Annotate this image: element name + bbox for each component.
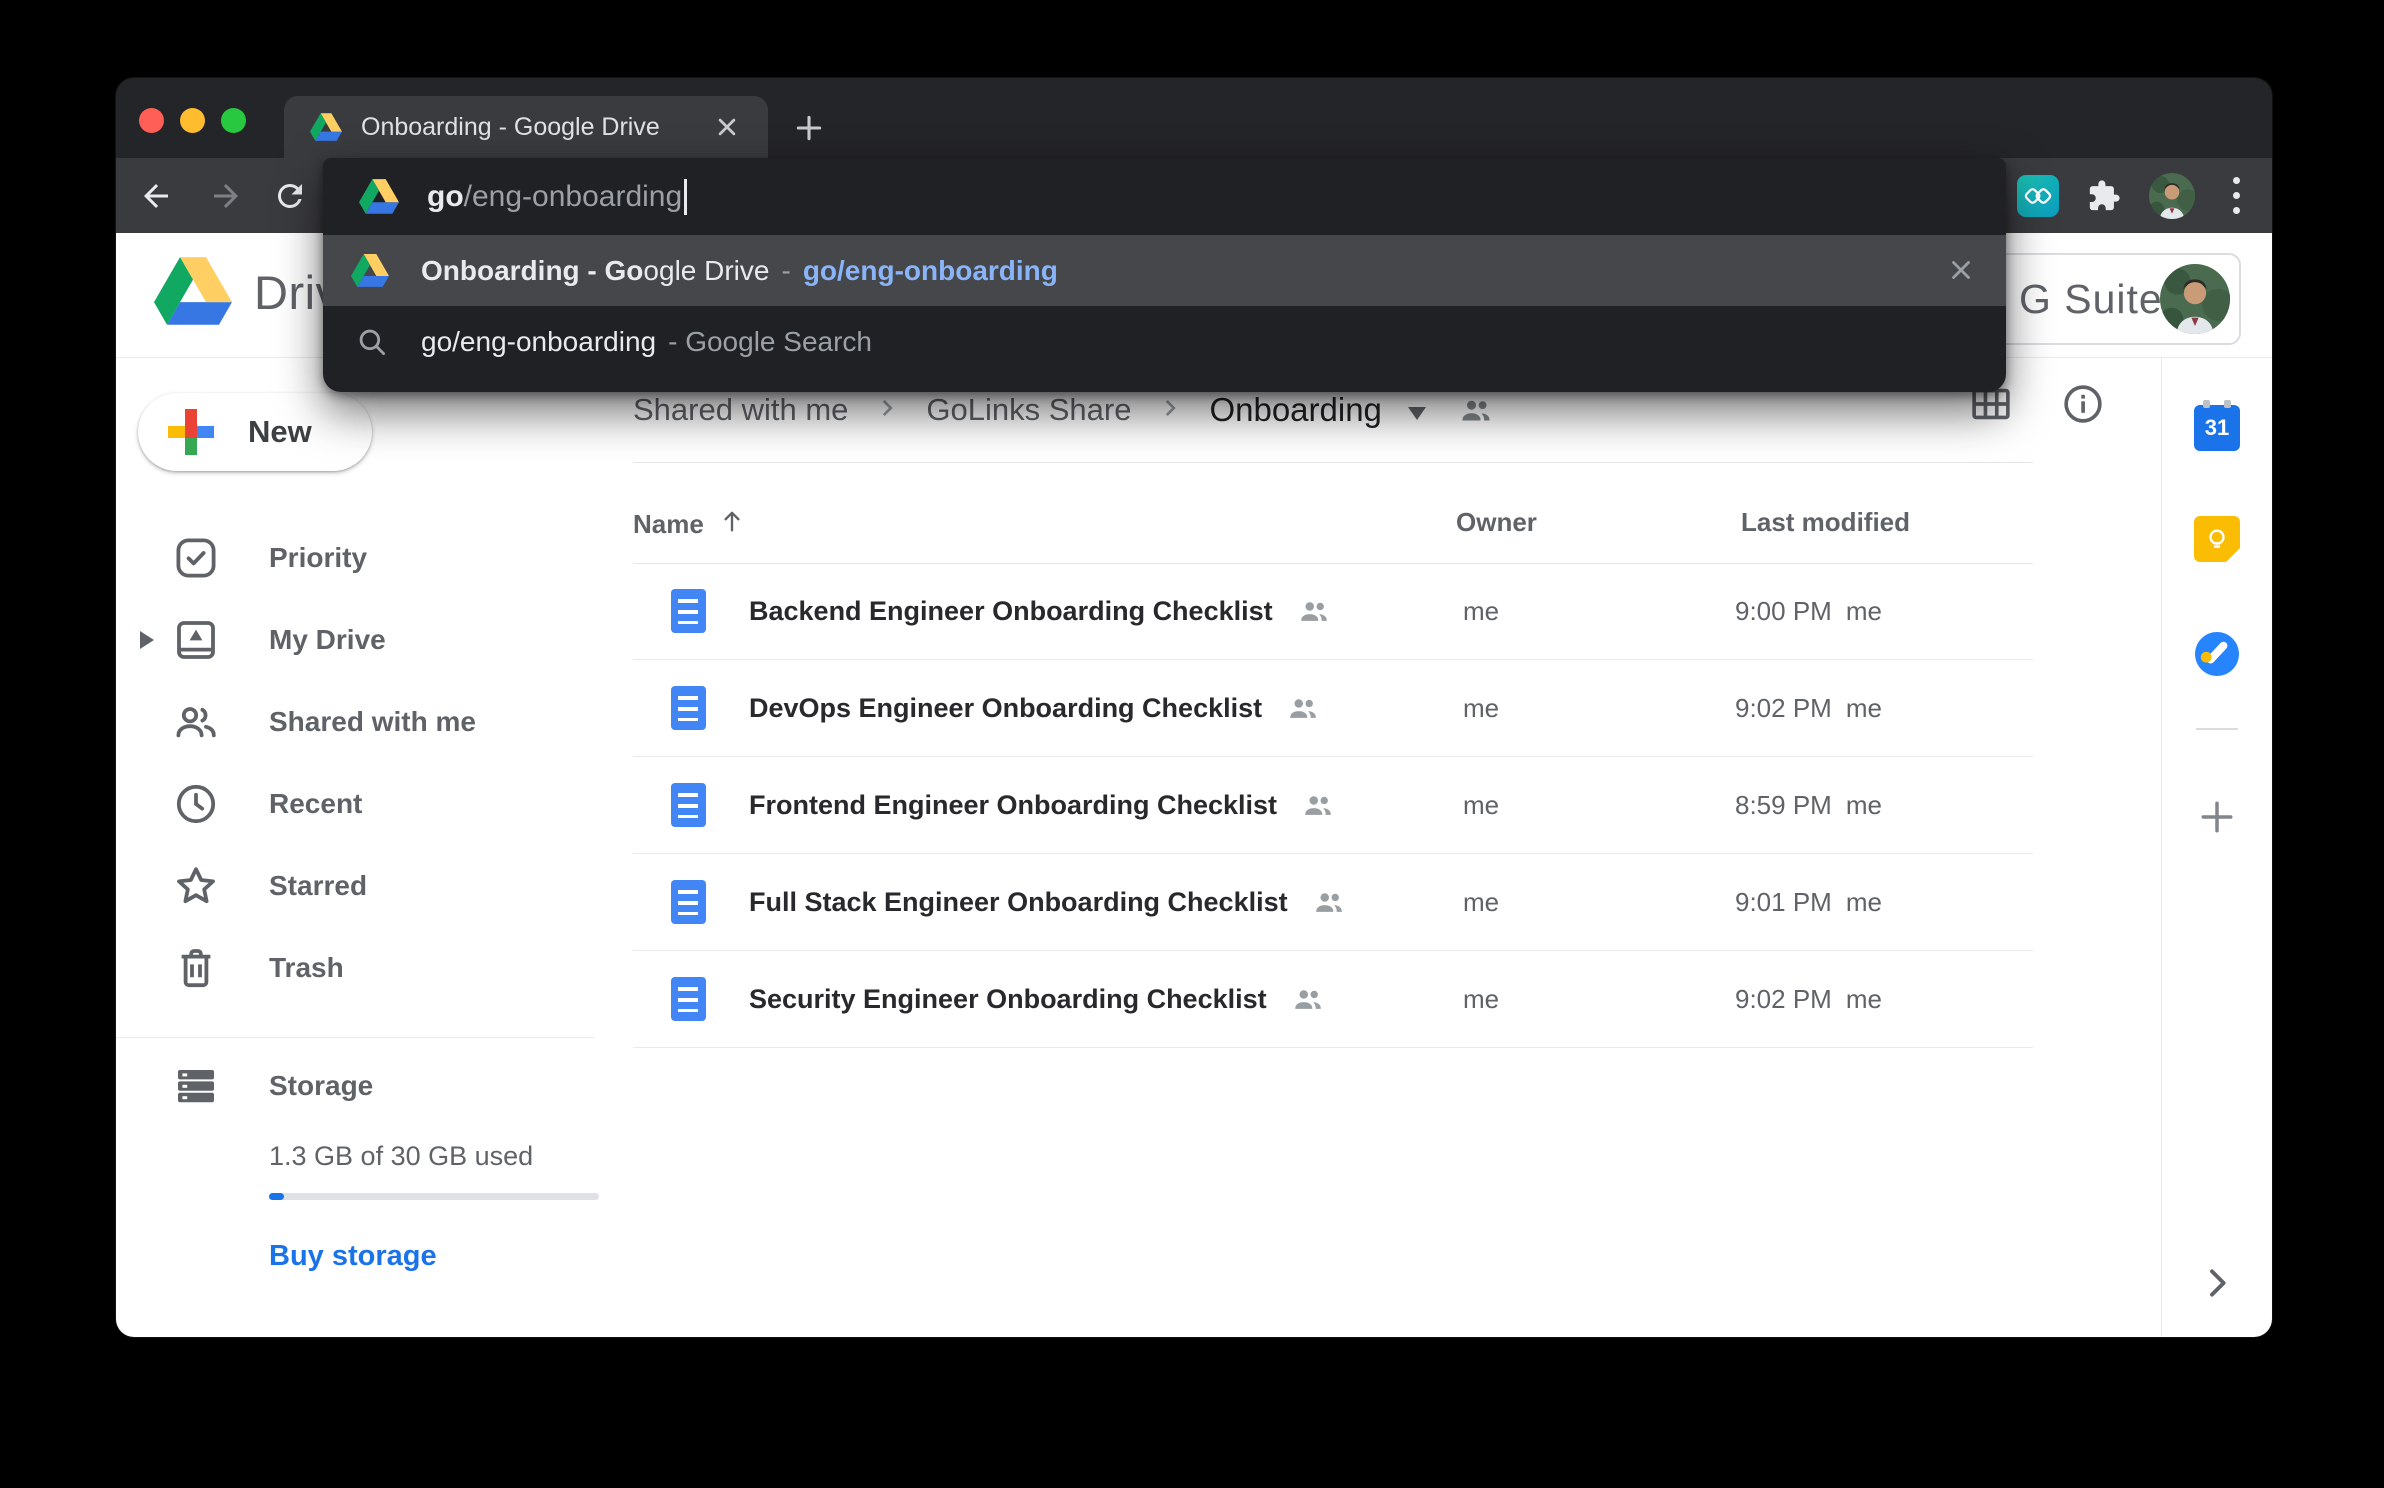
- buy-storage-link[interactable]: Buy storage: [269, 1240, 437, 1273]
- folder-dropdown-caret-icon[interactable]: [1408, 407, 1426, 420]
- search-icon: [355, 325, 389, 359]
- close-window-button[interactable]: [139, 108, 164, 133]
- info-icon[interactable]: [2060, 381, 2106, 427]
- file-row[interactable]: DevOps Engineer Onboarding Checklist me …: [633, 660, 2033, 757]
- breadcrumb-shared-with-me[interactable]: Shared with me: [633, 392, 848, 428]
- side-panel: 31: [2161, 358, 2272, 1337]
- add-addon-icon[interactable]: [2195, 795, 2239, 839]
- file-list-header: Name Owner Last modified: [116, 491, 2272, 563]
- multicolor-plus-icon: [168, 409, 214, 455]
- sidebar-item-shared-with-me[interactable]: Shared with me: [116, 690, 596, 754]
- storage-progress-bar: [269, 1193, 599, 1200]
- google-docs-icon: [671, 686, 706, 730]
- sort-ascending-icon[interactable]: [718, 507, 746, 542]
- file-row[interactable]: Full Stack Engineer Onboarding Checklist…: [633, 854, 2033, 951]
- sidebar-divider: [116, 1037, 594, 1038]
- browser-window: Onboarding - Google Drive: [116, 78, 2272, 1337]
- omnibox-input[interactable]: go/eng-onboarding: [427, 179, 687, 215]
- shared-people-icon: [1312, 885, 1346, 919]
- tab-title: Onboarding - Google Drive: [361, 113, 700, 142]
- forward-button-icon[interactable]: [208, 178, 244, 214]
- storage-icon: [172, 1062, 220, 1110]
- file-row[interactable]: Security Engineer Onboarding Checklist m…: [633, 951, 2033, 1048]
- gsuite-label: G Suite: [2019, 276, 2163, 323]
- browser-tab[interactable]: Onboarding - Google Drive: [284, 96, 768, 158]
- google-docs-icon: [671, 783, 706, 827]
- breadcrumb-onboarding[interactable]: Onboarding: [1209, 391, 1381, 429]
- shared-people-icon: [172, 698, 220, 746]
- chevron-right-icon: [1157, 395, 1183, 426]
- google-tasks-icon[interactable]: [2193, 630, 2241, 678]
- text-cursor: [684, 179, 687, 215]
- shared-people-icon: [1286, 691, 1320, 725]
- chevron-right-icon: [874, 395, 900, 426]
- extensions-puzzle-icon[interactable]: [2087, 179, 2121, 213]
- column-header-last-modified[interactable]: Last modified: [1741, 507, 1910, 538]
- drive-favicon-icon: [351, 253, 389, 289]
- trash-icon: [172, 944, 220, 992]
- tab-bar: Onboarding - Google Drive: [116, 78, 2272, 158]
- browser-profile-avatar[interactable]: [2149, 173, 2195, 219]
- google-docs-icon: [671, 880, 706, 924]
- drive-favicon-icon: [310, 113, 342, 142]
- star-icon: [172, 862, 220, 910]
- sidebar-item-starred[interactable]: Starred: [116, 854, 596, 918]
- window-controls: [139, 108, 246, 133]
- side-panel-divider: [2196, 728, 2238, 730]
- drive-account-avatar[interactable]: [2160, 264, 2230, 334]
- clock-icon: [172, 780, 220, 828]
- google-calendar-icon[interactable]: 31: [2194, 405, 2240, 451]
- browser-menu-icon[interactable]: [2223, 177, 2250, 214]
- sidebar-item-trash[interactable]: Trash: [116, 936, 596, 1000]
- reload-button-icon[interactable]: [272, 178, 308, 214]
- breadcrumb-golinks-share[interactable]: GoLinks Share: [926, 392, 1131, 428]
- sidebar-item-my-drive[interactable]: My Drive: [116, 608, 596, 672]
- shared-people-icon: [1291, 982, 1325, 1016]
- suggestion-drive-row[interactable]: Onboarding - Google Drive-go/eng-onboard…: [323, 235, 2006, 306]
- suggestion-search-row[interactable]: go/eng-onboarding- Google Search: [323, 306, 2006, 378]
- breadcrumb-divider: [633, 462, 2033, 463]
- google-keep-icon[interactable]: [2194, 516, 2240, 562]
- storage-progress-fill: [269, 1193, 284, 1200]
- sidebar-item-storage[interactable]: Storage: [116, 1054, 596, 1118]
- file-row[interactable]: Backend Engineer Onboarding Checklist me…: [633, 563, 2033, 660]
- folder-shared-icon: [1458, 392, 1494, 428]
- google-docs-icon: [671, 977, 706, 1021]
- column-header-name[interactable]: Name: [633, 507, 746, 542]
- new-tab-button[interactable]: [792, 111, 826, 145]
- golinks-extension-icon[interactable]: [2017, 175, 2059, 217]
- google-docs-icon: [671, 589, 706, 633]
- my-drive-icon: [172, 616, 220, 664]
- minimize-window-button[interactable]: [180, 108, 205, 133]
- collapse-panel-chevron-icon[interactable]: [2197, 1263, 2237, 1303]
- drive-page: Drive G Suite New Priority: [116, 233, 2272, 1337]
- expand-caret-icon[interactable]: [140, 631, 154, 649]
- omnibox[interactable]: go/eng-onboarding: [323, 158, 2006, 235]
- shared-people-icon: [1301, 788, 1335, 822]
- drive-favicon-icon: [359, 179, 399, 215]
- remove-suggestion-icon[interactable]: [1946, 255, 1976, 285]
- file-row[interactable]: Frontend Engineer Onboarding Checklist m…: [633, 757, 2033, 854]
- tab-close-icon[interactable]: [712, 112, 742, 142]
- sidebar-item-recent[interactable]: Recent: [116, 772, 596, 836]
- new-button[interactable]: New: [138, 393, 372, 471]
- back-button-icon[interactable]: [138, 178, 174, 214]
- column-header-owner[interactable]: Owner: [1456, 507, 1537, 538]
- shared-people-icon: [1297, 594, 1331, 628]
- gsuite-badge: G Suite: [1993, 253, 2241, 345]
- storage-usage-text: 1.3 GB of 30 GB used: [269, 1141, 533, 1172]
- drive-triangle-icon: [154, 257, 232, 327]
- omnibox-dropdown: go/eng-onboarding Onboarding - Google Dr…: [323, 158, 2006, 392]
- zoom-window-button[interactable]: [221, 108, 246, 133]
